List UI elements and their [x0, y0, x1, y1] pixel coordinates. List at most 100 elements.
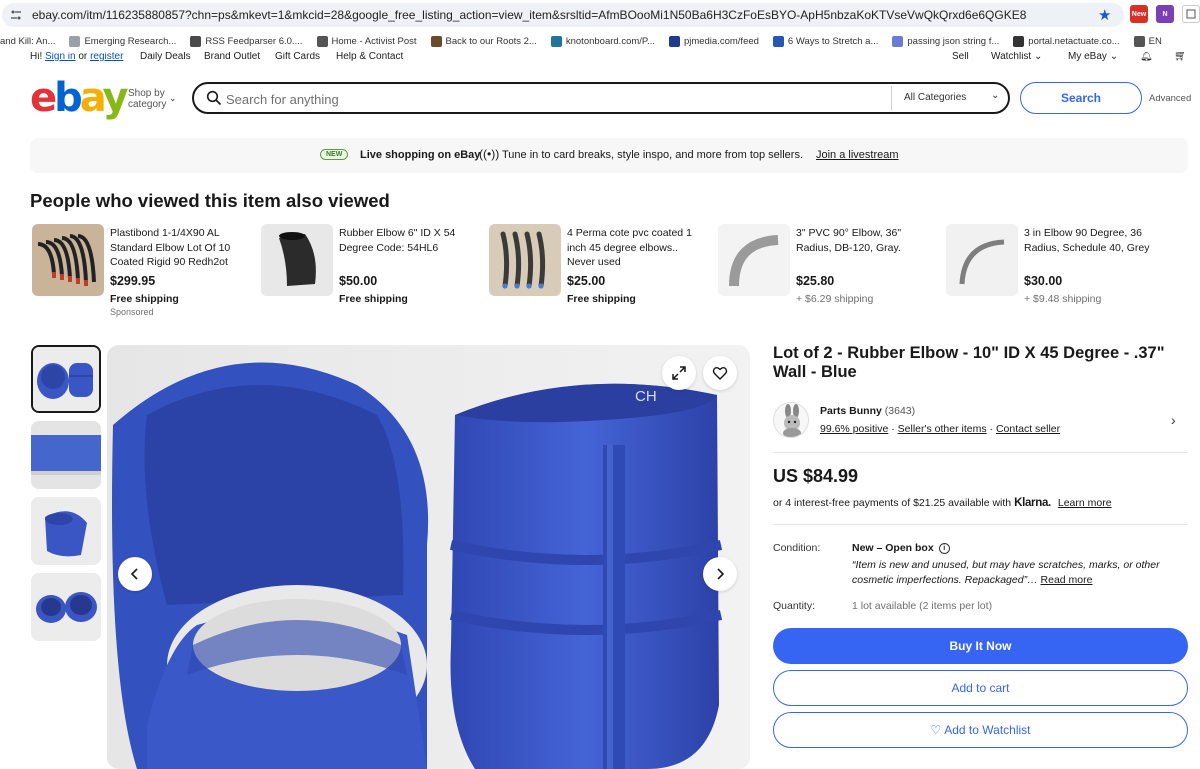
bookmark-item[interactable]: and Kill: An... — [0, 36, 55, 47]
read-more-link[interactable]: Read more — [1041, 574, 1093, 586]
rec-item[interactable]: Plastibond 1-1/4X90 AL Standard Elbow Lo… — [32, 224, 252, 324]
learn-more-link[interactable]: Learn more — [1058, 497, 1112, 509]
live-broadcast-icon: ((•)) — [479, 147, 500, 161]
rec-item-price: $25.00 — [567, 274, 606, 288]
quantity-value: 1 lot available (2 items per lot) — [852, 600, 993, 612]
condition-value-text: New – Open box — [852, 542, 934, 554]
rec-item-title: Plastibond 1-1/4X90 AL Standard Elbow Lo… — [110, 227, 231, 268]
nav-my-ebay[interactable]: My eBay ⌄ — [1068, 52, 1118, 62]
ebay-logo[interactable]: ebay — [30, 75, 129, 121]
category-select[interactable]: All Categories — [904, 92, 966, 103]
search-icon — [206, 90, 222, 106]
thumbnail-1[interactable] — [31, 345, 101, 413]
image-handwritten-mark: CH — [635, 388, 657, 405]
rec-item-title: 4 Perma cote pvc coated 1 inch 45 degree… — [567, 227, 692, 268]
bookmark-item[interactable]: Emerging Research... — [69, 35, 176, 47]
buy-it-now-button[interactable]: Buy It Now — [773, 628, 1188, 664]
bookmark-item[interactable]: knotonboard.com/P... — [550, 35, 655, 47]
seller-name[interactable]: Parts Bunny (3643) — [820, 405, 915, 417]
seller-positive-link[interactable]: 99.6% positive — [820, 423, 888, 435]
seller-info: Parts Bunny (3643) 99.6% positive · Sell… — [773, 396, 1188, 446]
seller-chevron-right-icon[interactable]: › — [1171, 412, 1176, 428]
seller-other-items-link[interactable]: Seller's other items — [898, 423, 987, 435]
rec-item-image — [261, 224, 333, 296]
join-livestream-link[interactable]: Join a livestream — [816, 149, 899, 161]
bookmark-item[interactable]: passing json string f... — [892, 35, 999, 47]
greeting-prefix: Hi! — [30, 52, 43, 62]
rec-item[interactable]: 3 in Elbow 90 Degree, 36 Radius, Schedul… — [946, 224, 1166, 324]
bookmark-label: portal.netactuate.co... — [1028, 35, 1120, 47]
pj-icon — [668, 35, 680, 47]
nav-sell[interactable]: Sell — [952, 52, 969, 62]
search-bar: All Categories ⌄ — [192, 82, 1010, 114]
sign-in-link[interactable]: Sign in — [45, 52, 76, 62]
bookmark-label: pjmedia.com/feed — [683, 35, 759, 47]
info-icon[interactable]: i — [938, 542, 950, 554]
bookmark-item[interactable]: portal.netactuate.co... — [1013, 35, 1120, 47]
rec-item-shipping: + $9.48 shipping — [1024, 293, 1102, 305]
url-field[interactable]: ebay.com/itm/116235880857?chn=ps&mkevt=1… — [2, 3, 1124, 27]
rec-item-shipping: Free shipping — [110, 293, 179, 305]
rec-item-title: 3" PVC 90° Elbow, 36" Radius, DB-120, Gr… — [796, 227, 902, 254]
divider — [773, 452, 1188, 453]
add-to-watchlist-button[interactable]: ♡ Add to Watchlist — [773, 712, 1188, 748]
next-image-icon[interactable] — [703, 557, 737, 591]
bookmark-item[interactable]: 6 Ways to Stretch a... — [772, 35, 878, 47]
bookmark-item[interactable]: Back to our Roots 2... — [430, 35, 537, 47]
rec-item[interactable]: 4 Perma cote pvc coated 1 inch 45 degree… — [489, 224, 709, 324]
contact-seller-link[interactable]: Contact seller — [996, 423, 1060, 435]
site-icon — [772, 35, 784, 47]
notification-bell-icon[interactable]: 🔔︎ — [1140, 52, 1153, 62]
register-link[interactable]: register — [90, 52, 123, 62]
rec-item-title: 3 in Elbow 90 Degree, 36 Radius, Schedul… — [1024, 227, 1150, 254]
bookmark-label: Home - Activist Post — [331, 35, 417, 47]
live-shopping-banner: NEW Live shopping on eBay ((•)) Tune in … — [30, 138, 1188, 173]
seller-links: 99.6% positive · Seller's other items · … — [820, 423, 1060, 435]
ebay-top-nav: Hi! Sign in or register Daily Deals Bran… — [0, 52, 1200, 64]
seller-avatar[interactable] — [773, 402, 809, 438]
nav-daily-deals[interactable]: Daily Deals — [140, 52, 191, 62]
thumbnail-3[interactable] — [31, 497, 101, 565]
bookmark-item[interactable]: RSS Feedparser 6.0.... — [190, 35, 303, 47]
bookmark-star-icon[interactable]: ★ — [1098, 6, 1111, 24]
rec-item[interactable]: 3" PVC 90° Elbow, 36" Radius, DB-120, Gr… — [718, 224, 938, 324]
extension-onenote-icon[interactable]: N — [1156, 5, 1174, 23]
thumbnail-2[interactable] — [31, 421, 101, 489]
rec-item-shipping: Free shipping — [339, 293, 408, 305]
advanced-search-link[interactable]: Advanced — [1149, 93, 1191, 104]
installments-text: or 4 interest-free payments of $21.25 av… — [773, 497, 1012, 509]
search-button[interactable]: Search — [1020, 82, 1142, 114]
condition-description: “Item is new and unused, but may have sc… — [852, 559, 1160, 586]
bookmark-item[interactable]: pjmedia.com/feed — [668, 35, 759, 47]
extension-new-icon[interactable]: New — [1130, 5, 1148, 23]
logo-letter-e: e — [30, 75, 57, 121]
nav-help-contact[interactable]: Help & Contact — [336, 52, 403, 62]
expand-icon[interactable] — [662, 356, 696, 390]
seller-feedback-count: (3643) — [884, 405, 916, 417]
extension-puzzle-icon[interactable] — [1182, 5, 1200, 23]
bookmarks-bar: and Kill: An... Emerging Research... RSS F… — [0, 30, 1200, 52]
search-input[interactable] — [226, 90, 866, 108]
add-to-cart-button[interactable]: Add to cart — [773, 670, 1188, 706]
shop-by-category[interactable]: Shop by category — [128, 88, 166, 110]
bookmark-item[interactable]: EN — [1133, 35, 1162, 47]
live-text: Tune in to card breaks, style inspo, and… — [502, 149, 804, 161]
live-title: Live shopping on eBay — [360, 149, 481, 161]
extension-new-label: New — [1131, 10, 1147, 18]
bookmark-item[interactable]: Home - Activist Post — [316, 35, 417, 47]
category-chevron-icon: ⌄ — [991, 90, 1000, 101]
thumbnail-4[interactable] — [31, 573, 101, 641]
prev-image-icon[interactable] — [118, 557, 152, 591]
rec-item[interactable]: Rubber Elbow 6" ID X 54 Degree Code: 54H… — [261, 224, 481, 324]
condition-value: New – Open box i — [852, 542, 950, 554]
site-settings-icon[interactable] — [8, 7, 24, 23]
nav-watchlist[interactable]: Watchlist ⌄ — [991, 52, 1042, 62]
cart-icon[interactable]: 🛒︎ — [1174, 52, 1187, 62]
main-product-image[interactable]: CH — [107, 345, 750, 769]
condition-description-text: Item is new and unused, but may have scr… — [852, 559, 1160, 586]
heart-icon[interactable] — [703, 356, 737, 390]
nav-gift-cards[interactable]: Gift Cards — [275, 52, 320, 62]
rss-icon — [190, 35, 202, 47]
nav-brand-outlet[interactable]: Brand Outlet — [204, 52, 260, 62]
condition-label: Condition: — [773, 542, 821, 554]
